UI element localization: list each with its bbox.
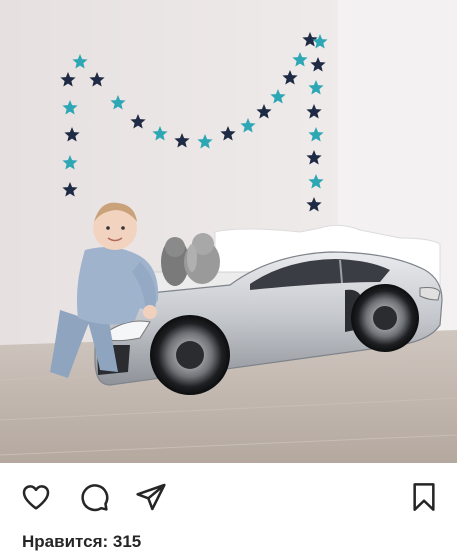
rear-wheel <box>351 284 419 352</box>
comment-icon <box>81 484 109 512</box>
bookmark-icon <box>413 483 435 511</box>
like-button[interactable] <box>18 479 54 515</box>
photo-illustration <box>0 0 457 463</box>
heart-icon <box>22 485 50 510</box>
post-action-bar <box>0 463 457 531</box>
share-icon <box>136 483 166 511</box>
front-wheel <box>150 315 230 395</box>
post-photo[interactable] <box>0 0 457 463</box>
comment-button[interactable] <box>76 479 112 515</box>
likes-count[interactable]: Нравится: 315 <box>22 532 141 552</box>
share-button[interactable] <box>133 479 169 515</box>
save-button[interactable] <box>406 479 442 515</box>
